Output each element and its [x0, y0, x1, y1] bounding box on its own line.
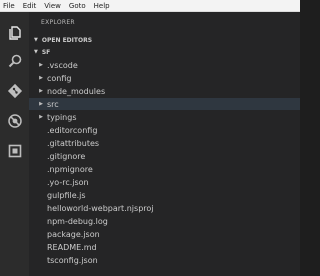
- chevron-down-icon: ▼: [34, 37, 38, 43]
- git-icon: [7, 83, 22, 99]
- search-button[interactable]: [0, 48, 29, 74]
- tree-item-label: gulpfile.js: [47, 190, 86, 200]
- debug-icon: [7, 114, 22, 128]
- project-label: SF: [41, 48, 51, 56]
- tree-file-gulpfile[interactable]: gulpfile.js: [29, 189, 300, 201]
- tree-file-yo-rc[interactable]: .yo-rc.json: [29, 176, 300, 188]
- tree-file-njsproj[interactable]: helloworld-webpart.njsproj: [29, 202, 300, 214]
- tree-item-label: .gitignore: [47, 151, 86, 161]
- tree-file-gitignore[interactable]: .gitignore: [29, 150, 300, 162]
- menu-help[interactable]: Help: [94, 2, 110, 10]
- chevron-right-icon: ▶: [39, 101, 43, 107]
- tree-item-label: node_modules: [47, 86, 106, 96]
- tree-item-label: npm-debug.log: [47, 216, 108, 226]
- files-icon: [8, 26, 21, 40]
- search-icon: [8, 54, 21, 68]
- menu-edit[interactable]: Edit: [23, 2, 37, 10]
- activity-bar: [0, 12, 29, 276]
- project-header[interactable]: ▼ SF: [29, 47, 300, 57]
- explorer-button[interactable]: [0, 20, 29, 46]
- menu-bar: File Edit View Goto Help: [0, 0, 300, 12]
- chevron-right-icon: ▶: [39, 88, 43, 94]
- tree-folder-node-modules[interactable]: ▶ node_modules: [29, 85, 300, 97]
- tree-file-npmignore[interactable]: .npmignore: [29, 163, 300, 175]
- tree-file-tsconfig[interactable]: tsconfig.json: [29, 254, 300, 266]
- chevron-right-icon: ▶: [39, 75, 43, 81]
- tree-item-label: package.json: [47, 229, 100, 239]
- explorer-title: EXPLORER: [41, 19, 75, 26]
- tree-item-label: .npmignore: [47, 164, 93, 174]
- chevron-down-icon: ▼: [34, 49, 38, 55]
- tree-item-label: config: [47, 73, 72, 83]
- open-editors-header[interactable]: ▼ OPEN EDITORS: [29, 35, 300, 45]
- open-editors-label: OPEN EDITORS: [41, 36, 93, 44]
- tree-item-label: .gitattributes: [47, 138, 100, 148]
- tree-item-label: README.md: [47, 242, 97, 252]
- tree-folder-src[interactable]: ▶ src: [29, 98, 300, 110]
- chevron-right-icon: ▶: [39, 114, 43, 120]
- menu-file[interactable]: File: [3, 2, 15, 10]
- chevron-right-icon: ▶: [39, 62, 43, 68]
- tree-item-label: helloworld-webpart.njsproj: [47, 203, 154, 213]
- tree-item-label: .yo-rc.json: [47, 177, 89, 187]
- explorer-sidebar: EXPLORER ▼ OPEN EDITORS ▼ SF ▶ .vscode ▶…: [29, 12, 300, 276]
- tree-item-label: src: [47, 99, 59, 109]
- menu-view[interactable]: View: [44, 2, 61, 10]
- tree-folder-typings[interactable]: ▶ typings: [29, 111, 300, 123]
- extensions-icon: [8, 144, 21, 158]
- tree-item-label: tsconfig.json: [47, 255, 98, 265]
- tree-item-label: .editorconfig: [47, 125, 98, 135]
- menu-goto[interactable]: Goto: [69, 2, 86, 10]
- tree-file-package-json[interactable]: package.json: [29, 228, 300, 240]
- tree-file-gitattributes[interactable]: .gitattributes: [29, 137, 300, 149]
- extensions-button[interactable]: [0, 138, 29, 164]
- tree-folder-config[interactable]: ▶ config: [29, 72, 300, 84]
- tree-file-readme[interactable]: README.md: [29, 241, 300, 253]
- tree-folder-vscode[interactable]: ▶ .vscode: [29, 59, 300, 71]
- tree-file-npm-debug[interactable]: npm-debug.log: [29, 215, 300, 227]
- tree-item-label: typings: [47, 112, 77, 122]
- tree-file-editorconfig[interactable]: .editorconfig: [29, 124, 300, 136]
- tree-item-label: .vscode: [47, 60, 78, 70]
- source-control-button[interactable]: [0, 78, 29, 104]
- debug-button[interactable]: [0, 108, 29, 134]
